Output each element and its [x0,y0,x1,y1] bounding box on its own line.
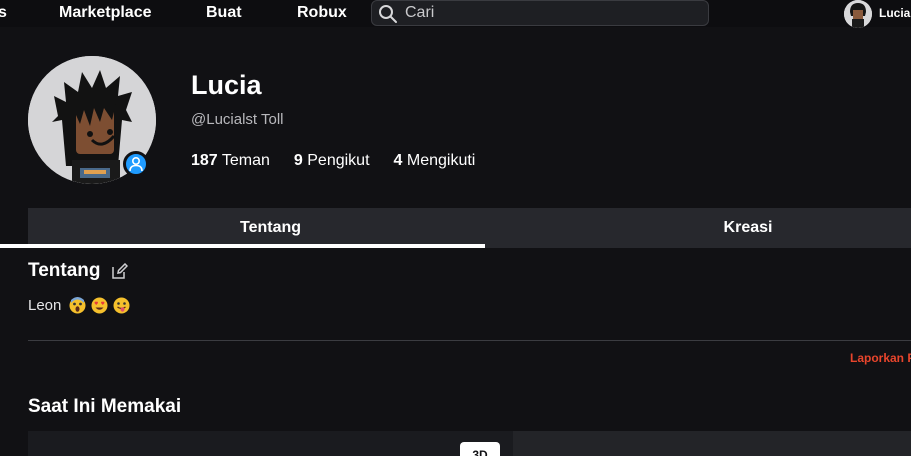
following-label: Mengikuti [406,152,476,169]
followers-label: Pengikut [307,152,370,169]
about-text: Leon [28,297,62,314]
nav-item-marketplace[interactable]: Marketplace [59,4,152,22]
section-divider [28,340,911,341]
nav-item-partial[interactable]: s [0,4,7,22]
report-abuse-link[interactable]: Laporkan P [850,351,911,365]
stat-following[interactable]: 4 Mengikuti [394,152,476,170]
about-title: Tentang [28,260,101,281]
display-name: Lucia [191,70,262,100]
username: @Lucialst Toll [191,111,284,128]
friends-count: 187 [191,152,218,169]
nav-item-create[interactable]: Buat [206,4,242,22]
stat-followers[interactable]: 9 Pengikut [294,152,370,170]
nav-username[interactable]: Lucia [879,6,910,20]
screaming-emoji [69,297,86,314]
followers-count: 9 [293,152,303,169]
profile-stats: 187 Teman 9 Pengikut 4 Mengikuti [191,152,499,170]
wearing-items-panel [513,431,911,456]
stat-friends[interactable]: 187 Teman [191,152,270,170]
person-icon [129,156,143,172]
profile-tabs: Tentang Kreasi [28,208,911,248]
nav-user-avatar[interactable] [844,0,872,28]
top-navigation: s Marketplace Buat Robux Lucia [0,0,911,28]
edit-icon[interactable] [111,263,128,280]
search-icon [379,5,397,23]
about-description: Leon [28,297,130,314]
search-input[interactable] [405,3,695,23]
nav-item-robux[interactable]: Robux [297,4,347,22]
search-box[interactable] [371,0,709,26]
toggle-3d-button[interactable]: 3D [460,442,500,456]
nav-avatar-image [844,0,872,28]
avatar-preview-panel [28,431,513,456]
following-count: 4 [393,152,403,169]
currently-wearing-title: Saat Ini Memakai [28,396,182,417]
friends-label: Teman [221,152,270,169]
active-tab-indicator [0,244,485,248]
tab-about[interactable]: Tentang [28,208,513,248]
heart-eyes-emoji [91,297,108,314]
tab-creations[interactable]: Kreasi [513,208,911,248]
online-status-badge [123,151,149,177]
tongue-emoji [113,297,130,314]
